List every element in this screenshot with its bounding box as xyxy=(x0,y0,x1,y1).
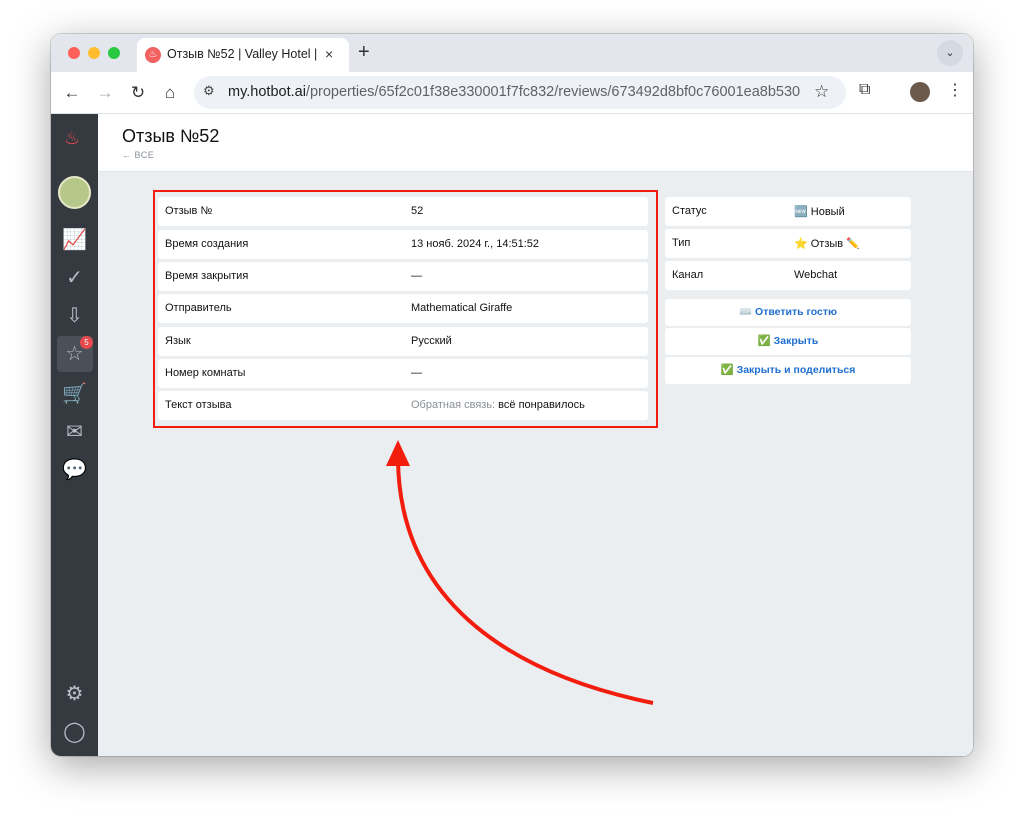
address-bar[interactable]: ⚙ my.hotbot.ai/properties/65f2c01f38e330… xyxy=(194,76,846,109)
app-sidebar: ♨ 📈 ✓ ⇩ ☆ 5 🛒 ✉ 💬 ⚙ ◯ ✎ xyxy=(51,114,98,756)
status-row: Статус 🆕 Новый xyxy=(665,197,911,226)
tab-search-chevron-icon[interactable]: ⌄ xyxy=(937,40,963,66)
forward-arrow-icon[interactable]: → xyxy=(93,81,117,105)
channel-row: Канал Webchat xyxy=(665,261,911,290)
settings-gear-icon[interactable]: ⚙ xyxy=(62,682,87,707)
minimize-window-button[interactable] xyxy=(88,47,100,59)
close-and-share-button[interactable]: ✅ Закрыть и поделиться xyxy=(665,357,911,384)
inbox-download-icon[interactable]: ⇩ xyxy=(62,304,87,329)
reply-guest-button[interactable]: ⌨️ Ответить гостю xyxy=(665,299,911,326)
close-review-button[interactable]: ✅ Закрыть xyxy=(665,328,911,355)
side-label: Статус xyxy=(672,205,707,217)
reviews-badge: 5 xyxy=(80,336,93,349)
hotbot-favicon-icon: ♨ xyxy=(145,47,161,63)
maximize-window-button[interactable] xyxy=(108,47,120,59)
hotbot-logo-icon[interactable]: ♨ xyxy=(64,128,80,149)
cart-icon[interactable]: 🛒 xyxy=(62,382,87,407)
close-window-button[interactable] xyxy=(68,47,80,59)
chat-bubble-icon[interactable]: 💬 xyxy=(62,458,87,483)
url-text[interactable]: my.hotbot.ai/properties/65f2c01f38e33000… xyxy=(228,84,800,100)
side-label: Канал xyxy=(672,269,704,281)
tab-bar: ♨ Отзыв №52 | Valley Hotel | H × + ⌄ xyxy=(51,34,973,72)
analytics-chart-icon[interactable]: 📈 xyxy=(62,228,87,253)
tab-title: Отзыв №52 | Valley Hotel | H xyxy=(167,47,317,61)
home-icon[interactable]: ⌂ xyxy=(158,81,182,105)
url-domain: my.hotbot.ai xyxy=(228,84,306,100)
more-menu-icon[interactable]: ⋮ xyxy=(947,80,963,100)
tasks-check-icon[interactable]: ✓ xyxy=(62,266,87,291)
tab-close-icon[interactable]: × xyxy=(325,46,333,62)
page-title: Отзыв №52 xyxy=(122,126,220,146)
back-arrow-icon[interactable]: ← xyxy=(60,81,84,105)
property-avatar[interactable] xyxy=(58,176,91,209)
bookmark-star-icon[interactable]: ☆ xyxy=(814,82,829,102)
new-tab-button[interactable]: + xyxy=(358,41,370,64)
browser-toolbar: ← → ↻ ⌂ ⚙ my.hotbot.ai/properties/65f2c0… xyxy=(51,72,973,114)
back-link[interactable]: ← ВСЕ xyxy=(122,150,154,160)
mail-upload-icon[interactable]: ✉ xyxy=(62,420,87,445)
browser-window: ♨ Отзыв №52 | Valley Hotel | H × + ⌄ ← →… xyxy=(51,34,973,756)
type-row: Тип ⭐ Отзыв ✏️ xyxy=(665,229,911,258)
profile-avatar[interactable] xyxy=(910,82,930,102)
extensions-puzzle-icon[interactable]: ⧉ xyxy=(859,81,870,99)
reload-icon[interactable]: ↻ xyxy=(126,81,150,105)
type-value[interactable]: ⭐ Отзыв ✏️ xyxy=(794,237,860,250)
main-content: Отзыв №52 ← ВСЕ Отзыв № 52 Время создания… xyxy=(98,114,973,756)
user-profile-icon[interactable]: ◯ xyxy=(62,720,87,745)
url-path: /properties/65f2c01f38e330001f7fc832/rev… xyxy=(305,84,801,100)
channel-value: Webchat xyxy=(794,269,838,281)
status-badge: 🆕 Новый xyxy=(794,206,845,218)
page-header: Отзыв №52 ← ВСЕ xyxy=(98,114,973,172)
side-label: Тип xyxy=(672,237,691,249)
browser-tab[interactable]: ♨ Отзыв №52 | Valley Hotel | H × xyxy=(137,38,349,72)
site-settings-icon[interactable]: ⚙ xyxy=(203,83,215,99)
highlight-box xyxy=(153,190,658,428)
